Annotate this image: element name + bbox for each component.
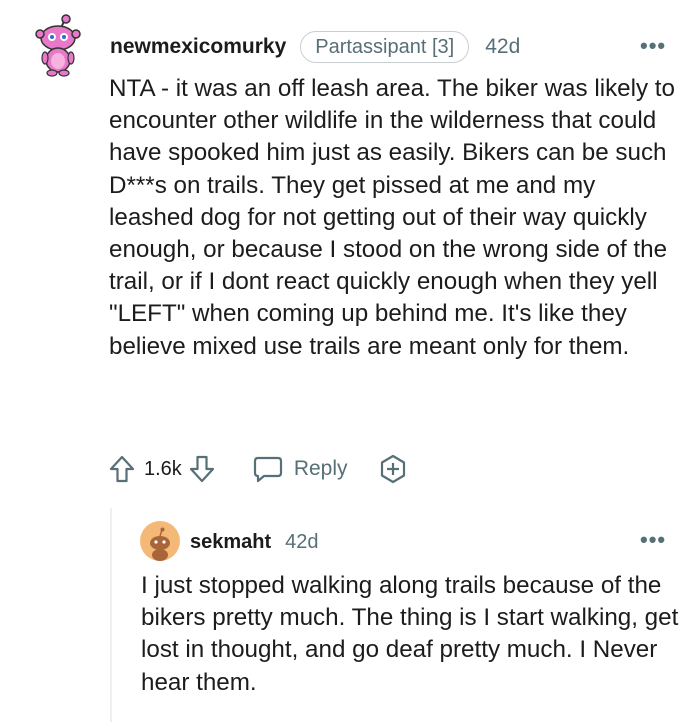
- reply-username-link[interactable]: sekmaht: [190, 531, 271, 554]
- reply-age[interactable]: 42d: [285, 531, 318, 554]
- reply-header: sekmaht 42d: [190, 525, 319, 559]
- username-link[interactable]: newmexicomurky: [110, 35, 286, 59]
- reply-button[interactable]: Reply: [252, 454, 348, 484]
- speech-bubble-icon: [253, 456, 282, 483]
- comment-body: NTA - it was an off leash area. The bike…: [109, 75, 675, 360]
- comment-header: newmexicomurky Partassipant [3] 42d: [110, 30, 520, 64]
- upvote-arrow-icon: [109, 455, 135, 483]
- award-button[interactable]: [378, 454, 408, 484]
- avatar[interactable]: [34, 14, 82, 78]
- reply-avatar[interactable]: [140, 521, 180, 561]
- user-flair: Partassipant [3]: [300, 31, 470, 63]
- downvote-button[interactable]: [188, 454, 216, 484]
- snoo-avatar-pink-icon: [35, 14, 81, 77]
- downvote-arrow-icon: [189, 455, 214, 483]
- more-options-icon[interactable]: •••: [640, 33, 666, 59]
- reply-label: Reply: [293, 457, 348, 480]
- snoo-avatar-orange-icon: [140, 521, 180, 561]
- thread-line[interactable]: [110, 508, 112, 722]
- reply-more-options-icon[interactable]: •••: [640, 527, 666, 553]
- reply-body: I just stopped walking along trails beca…: [141, 572, 679, 696]
- add-award-icon: [380, 454, 405, 484]
- comment-age[interactable]: 42d: [485, 35, 520, 59]
- comment-actions: 1.6k Reply: [108, 451, 408, 487]
- comment-thread: newmexicomurky Partassipant [3] 42d ••• …: [0, 0, 700, 722]
- upvote-button[interactable]: [108, 454, 136, 484]
- vote-count: 1.6k: [144, 457, 182, 480]
